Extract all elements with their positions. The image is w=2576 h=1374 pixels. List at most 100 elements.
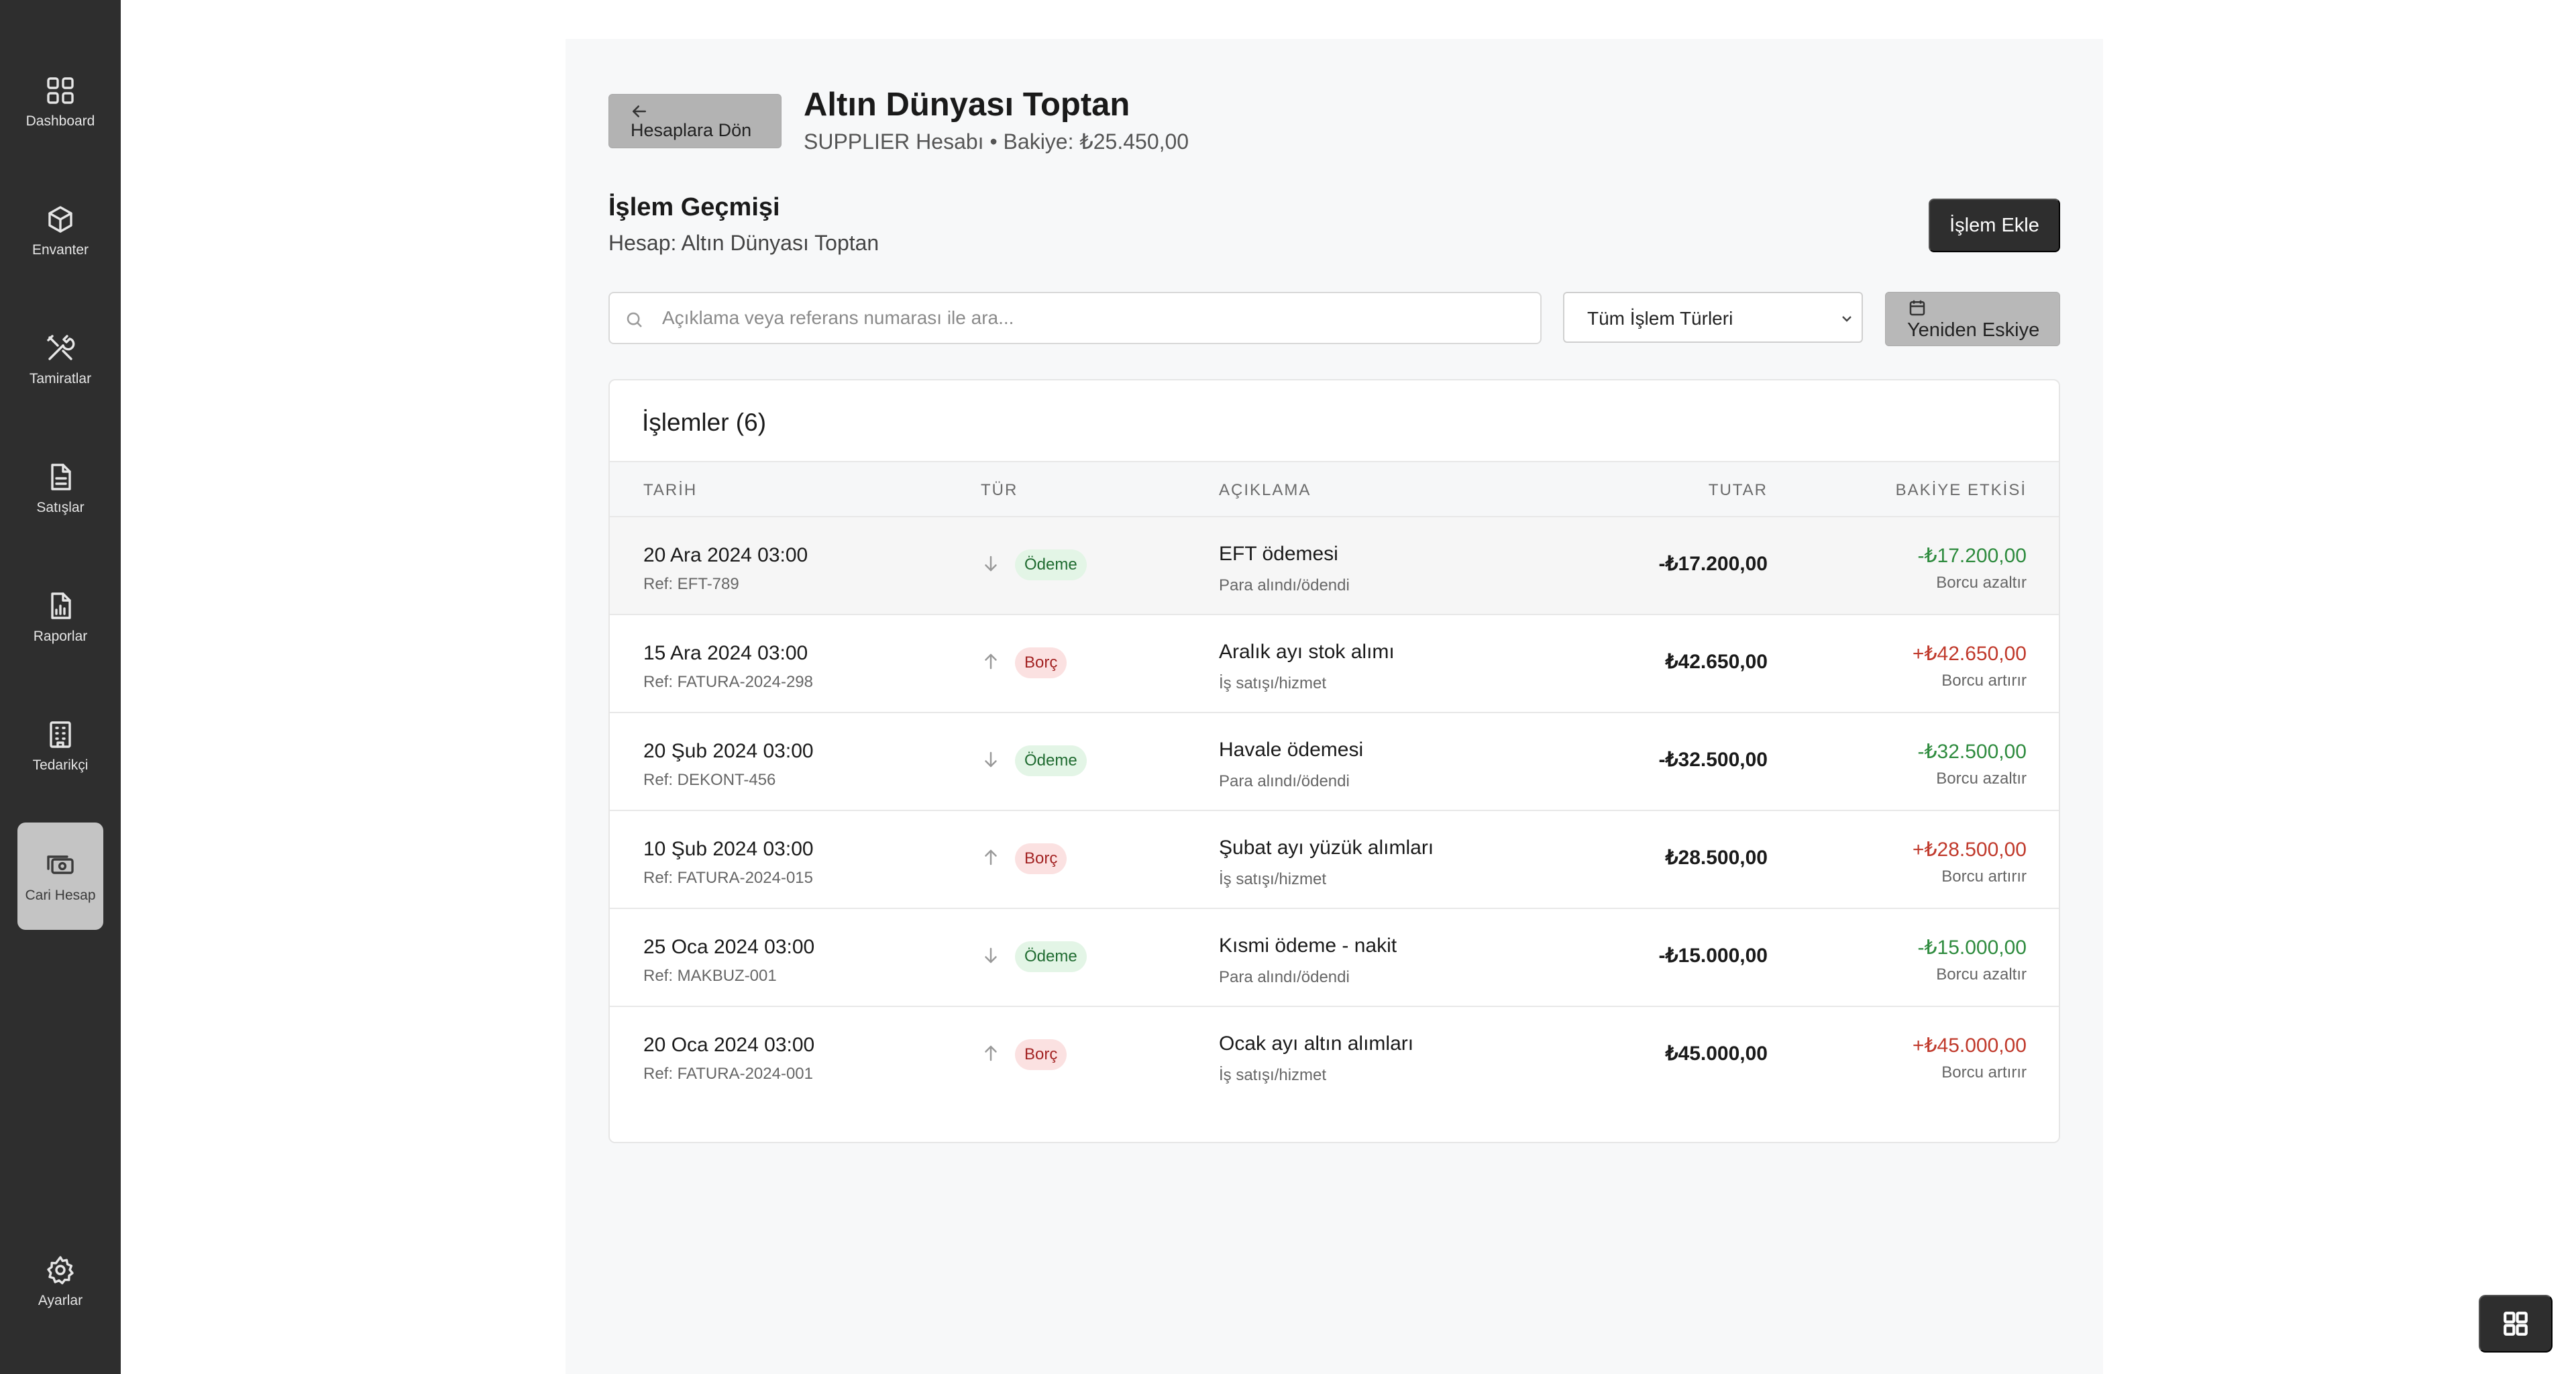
row-amount: ₺42.650,00 [1665,651,1768,673]
row-balance-effect-sub: Borcu azaltır [1936,965,2027,984]
row-ref: Ref: FATURA-2024-001 [643,1065,813,1083]
document-icon [51,464,71,490]
row-balance-effect: +₺45.000,00 [1912,1035,2027,1057]
row-date: 20 Şub 2024 03:00 [643,740,814,762]
app-grid-button[interactable] [2479,1295,2553,1353]
sidebar-item-tamiratlar[interactable]: Tamiratlar [17,306,103,413]
column-header-description[interactable]: AÇIKLAMA [1219,481,1311,500]
sort-order-label: Yeniden Eskiye [1907,319,2040,341]
dashboard-icon [47,77,74,104]
arrow-down-icon [981,945,1001,965]
row-balance-effect-sub: Borcu artırır [1941,867,2027,886]
sort-order-button[interactable]: Yeniden Eskiye [1885,292,2060,346]
type-badge: Ödeme [1015,941,1087,972]
arrow-left-icon [629,101,649,121]
sidebar-item-raporlar[interactable]: Raporlar [17,564,103,671]
tools-icon [47,335,75,360]
box-icon [48,206,72,233]
row-description: EFT ödemesi [1219,543,1338,565]
row-amount: ₺45.000,00 [1665,1043,1768,1065]
sidebar-item-ayarlar[interactable]: Ayarlar [17,1228,103,1335]
add-transaction-button[interactable]: İşlem Ekle [1929,199,2060,252]
row-date: 10 Şub 2024 03:00 [643,838,814,860]
row-description: Havale ödemesi [1219,739,1364,761]
row-ref: Ref: EFT-789 [643,575,739,593]
history-title: İşlem Geçmişi [608,193,780,221]
account-subtitle: SUPPLIER Hesabı • Bakiye: ₺25.450,00 [804,129,1189,154]
type-badge: Borç [1015,843,1067,874]
row-date: 20 Ara 2024 03:00 [643,544,808,566]
sidebar-item-label: Dashboard [25,113,95,129]
gear-icon [47,1256,74,1285]
row-description-sub: Para alındı/ödendi [1219,772,1350,790]
column-header-amount[interactable]: TUTAR [1709,481,1768,500]
arrow-down-icon [981,553,1001,574]
sidebar-item-satislar[interactable]: Satışlar [17,435,103,542]
column-header-balance-effect[interactable]: BAKİYE ETKİSİ [1896,481,2027,500]
sidebar-item-dashboard[interactable]: Dashboard [17,48,103,156]
row-description-sub: Para alındı/ödendi [1219,968,1350,986]
table-row[interactable]: 20 Şub 2024 03:00 Ref: DEKONT-456 Ödeme … [610,713,2059,811]
row-balance-effect: +₺28.500,00 [1912,839,2027,861]
row-balance-effect: -₺17.200,00 [1917,545,2027,567]
sidebar-item-cari-hesap[interactable]: Cari Hesap [17,823,103,930]
table-row[interactable]: 20 Ara 2024 03:00 Ref: EFT-789 Ödeme EFT… [610,517,2059,615]
row-description-sub: Para alındı/ödendi [1219,576,1350,594]
type-badge: Borç [1015,1039,1067,1070]
sidebar-item-envanter[interactable]: Envanter [17,177,103,284]
wallet-icon [47,855,74,874]
row-balance-effect-sub: Borcu artırır [1941,1063,2027,1081]
transaction-type-select[interactable]: Tüm İşlem Türleri [1563,292,1863,343]
grid-icon [2504,1312,2528,1336]
sidebar-item-label: Ayarlar [38,1293,83,1308]
arrow-up-icon [981,847,1001,867]
sidebar-item-label: Satışlar [36,500,85,515]
row-description-sub: İş satışı/hizmet [1219,870,1327,888]
row-amount: -₺17.200,00 [1658,553,1768,575]
back-to-accounts-button[interactable]: Hesaplara Dön [608,94,782,148]
table-row[interactable]: 10 Şub 2024 03:00 Ref: FATURA-2024-015 B… [610,811,2059,909]
row-description: Aralık ayı stok alımı [1219,641,1395,663]
type-badge: Borç [1015,647,1067,678]
row-description: Şubat ayı yüzük alımları [1219,837,1434,859]
row-amount: -₺15.000,00 [1658,945,1768,967]
arrow-down-icon [981,749,1001,770]
type-badge: Ödeme [1015,745,1087,776]
account-title: Altın Dünyası Toptan [804,87,1130,123]
arrow-up-icon [981,1043,1001,1063]
transactions-table-card: İşlemler (6) TARİH TÜR AÇIKLAMA TUTAR BA… [608,379,2060,1143]
row-date: 15 Ara 2024 03:00 [643,642,808,664]
sidebar-item-tedarikci[interactable]: Tedarikçi [17,692,103,800]
sidebar-item-label: Cari Hesap [25,888,96,903]
row-ref: Ref: MAKBUZ-001 [643,967,777,985]
sidebar-item-label: Raporlar [33,629,88,644]
row-description-sub: İş satışı/hizmet [1219,674,1327,692]
table-row[interactable]: 25 Oca 2024 03:00 Ref: MAKBUZ-001 Ödeme … [610,909,2059,1007]
row-description: Kısmi ödeme - nakit [1219,935,1397,957]
row-amount: -₺32.500,00 [1658,749,1768,771]
sidebar-item-label: Envanter [32,242,89,258]
sidebar: Dashboard Envanter Tamiratlar Satışlar R… [0,0,121,1374]
row-description: Ocak ayı altın alımları [1219,1033,1414,1055]
column-header-type[interactable]: TÜR [981,481,1018,500]
table-row[interactable]: 15 Ara 2024 03:00 Ref: FATURA-2024-298 B… [610,615,2059,713]
transactions-title: İşlemler (6) [642,409,767,436]
report-icon [51,592,71,619]
sidebar-item-label: Tedarikçi [32,757,89,773]
history-subtitle: Hesap: Altın Dünyası Toptan [608,231,879,255]
building-icon [50,721,71,748]
row-balance-effect-sub: Borcu artırır [1941,672,2027,690]
search-input[interactable] [662,293,1527,343]
column-header-date[interactable]: TARİH [643,481,697,500]
table-header: TARİH TÜR AÇIKLAMA TUTAR BAKİYE ETKİSİ [610,461,2059,517]
row-ref: Ref: FATURA-2024-015 [643,869,813,887]
row-amount: ₺28.500,00 [1665,847,1768,869]
row-balance-effect-sub: Borcu azaltır [1936,574,2027,592]
main-panel: Hesaplara Dön Altın Dünyası Toptan SUPPL… [566,39,2103,1374]
select-value: Tüm İşlem Türleri [1587,308,1733,329]
row-date: 25 Oca 2024 03:00 [643,936,815,958]
sidebar-item-label: Tamiratlar [29,371,92,386]
search-icon [627,312,642,327]
back-button-label: Hesaplara Dön [631,120,752,140]
table-row[interactable]: 20 Oca 2024 03:00 Ref: FATURA-2024-001 B… [610,1007,2059,1105]
